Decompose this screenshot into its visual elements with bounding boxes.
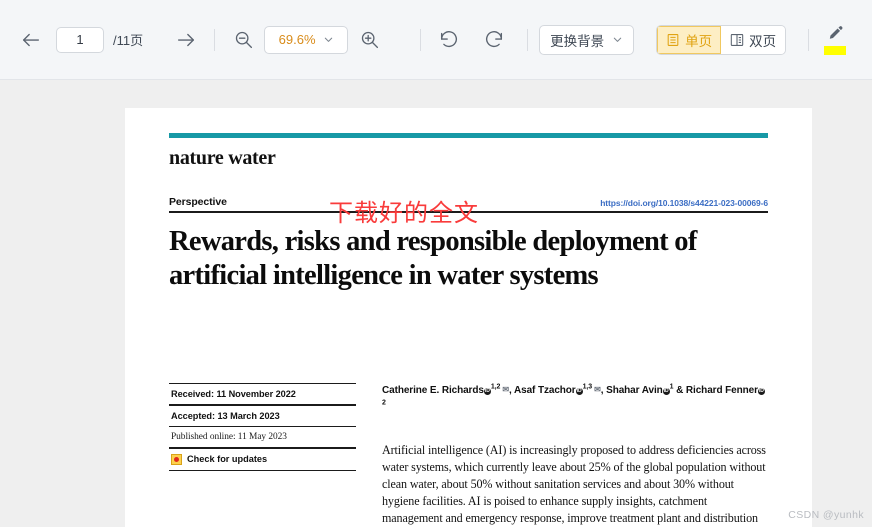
author-name: Asaf Tzachor	[514, 385, 576, 397]
author-affiliation-marker: 1,2	[490, 384, 501, 391]
rotate-left-icon	[441, 30, 458, 47]
pdf-viewer-toolbar: /11页 69.6%	[0, 0, 872, 80]
author-entry: Catherine E. RichardsiD1,2 ✉,	[382, 384, 514, 397]
highlighter-tool-button[interactable]	[820, 21, 850, 59]
change-background-select[interactable]: 更换背景	[539, 24, 635, 55]
orcid-icon[interactable]: iD	[483, 388, 491, 396]
meta-rule	[169, 469, 356, 471]
author-entry: Shahar AviniD1 &	[606, 384, 686, 397]
article-body: Received: 11 November 2022 Accepted: 13 …	[169, 383, 768, 527]
chevron-down-icon	[324, 37, 332, 42]
toolbar-divider-2	[420, 28, 422, 51]
red-annotation-text: 下载好的全文	[329, 200, 479, 227]
single-page-view-button[interactable]: 单页	[657, 25, 722, 54]
author-separator: &	[673, 385, 686, 397]
check-for-updates-badge[interactable]: Check for updates	[169, 449, 356, 470]
zoom-level-select[interactable]: 69.6%	[264, 25, 349, 54]
prev-page-button[interactable]	[14, 23, 48, 57]
article-section-label: Perspective	[169, 196, 227, 208]
article-title: Rewards, risks and responsible deploymen…	[169, 225, 697, 292]
highlighter-pen-icon	[829, 26, 842, 39]
double-page-view-label: 双页	[749, 33, 777, 49]
zoom-out-button[interactable]	[226, 23, 260, 57]
single-page-icon	[667, 33, 679, 46]
toolbar-divider-4	[808, 28, 810, 51]
next-page-button[interactable]	[169, 23, 203, 57]
rotate-controls-group	[432, 23, 511, 57]
corresponding-author-icon[interactable]: ✉	[592, 385, 601, 394]
rotate-left-button[interactable]	[432, 23, 466, 57]
journal-name: nature water	[169, 147, 276, 169]
metadata-received: Received: 11 November 2022	[171, 389, 296, 400]
double-page-icon	[730, 33, 744, 46]
doi-link[interactable]: https://doi.org/10.1038/s44221-023-00069…	[600, 198, 768, 208]
page-number-input[interactable]	[56, 26, 104, 53]
page-total-label: /11页	[113, 33, 144, 48]
toolbar-divider-1	[214, 28, 216, 51]
author-affiliation-marker: 2	[382, 399, 386, 407]
rotate-right-icon	[486, 30, 503, 47]
article-metadata-column: Received: 11 November 2022 Accepted: 13 …	[169, 383, 356, 527]
metadata-published: Published online: 11 May 2023	[171, 432, 287, 443]
journal-accent-rule	[169, 133, 768, 138]
zoom-out-icon	[235, 31, 252, 49]
author-affiliation-marker: 1,3	[582, 384, 593, 391]
author-name: Shahar Avin	[606, 385, 663, 397]
orcid-icon[interactable]: iD	[662, 388, 670, 396]
article-abstract: Artificial intelligence (AI) is increasi…	[382, 443, 766, 525]
orcid-icon[interactable]: iD	[757, 388, 765, 396]
single-page-view-label: 单页	[685, 33, 713, 49]
double-page-view-button[interactable]: 双页	[721, 25, 786, 54]
arrow-right-icon	[178, 33, 195, 46]
author-list: Catherine E. RichardsiD1,2 ✉, Asaf Tzach…	[382, 383, 768, 414]
page-navigation-group: /11页	[14, 23, 203, 57]
arrow-left-icon	[22, 33, 40, 46]
toolbar-divider-3	[527, 28, 529, 51]
zoom-controls-group: 69.6%	[226, 23, 386, 57]
author-name: Richard Fenner	[685, 385, 758, 397]
check-for-updates-label: Check for updates	[187, 454, 268, 465]
article-text-column: Catherine E. RichardsiD1,2 ✉, Asaf Tzach…	[382, 383, 768, 527]
change-background-label: 更换背景	[550, 33, 605, 49]
orcid-icon[interactable]: iD	[575, 388, 583, 396]
chevron-down-icon	[613, 37, 622, 42]
zoom-level-value: 69.6%	[278, 32, 316, 47]
pdf-viewer-canvas[interactable]: nature water 下载好的全文 Perspective https://…	[0, 80, 872, 527]
author-name: Catherine E. Richards	[382, 385, 484, 397]
crossmark-icon	[171, 453, 182, 465]
pdf-page-1: nature water 下载好的全文 Perspective https://…	[125, 108, 812, 527]
corresponding-author-icon[interactable]: ✉	[500, 385, 509, 394]
rotate-right-button[interactable]	[477, 23, 511, 57]
highlighter-color-swatch[interactable]	[824, 46, 847, 55]
zoom-in-button[interactable]	[352, 23, 386, 57]
author-entry: Asaf TzachoriD1,3 ✉,	[514, 384, 606, 397]
page-view-toggle: 单页 双页	[656, 24, 787, 55]
zoom-in-icon	[361, 31, 378, 49]
metadata-accepted: Accepted: 13 March 2023	[171, 410, 280, 421]
watermark-label: CSDN @yunhk	[788, 509, 864, 521]
